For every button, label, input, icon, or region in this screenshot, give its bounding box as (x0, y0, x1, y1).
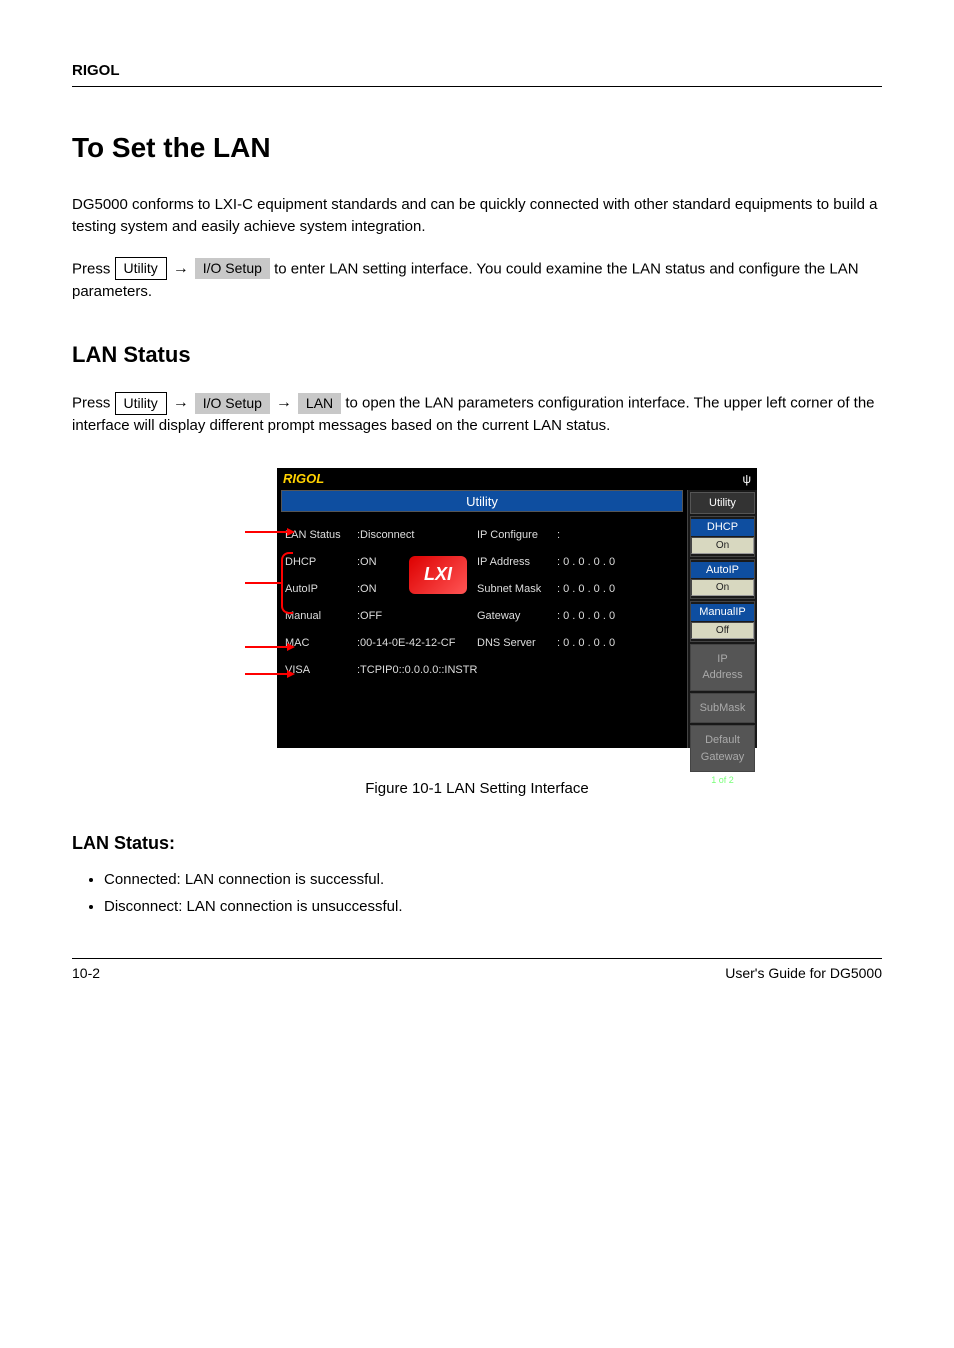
lan-status-val: :Disconnect (357, 527, 477, 544)
page-footer: 10-2 User's Guide for DG5000 (72, 958, 882, 984)
menu-dhcp-title: DHCP (691, 519, 754, 536)
status-disconnected: Disconnect: LAN connection is unsuccessf… (104, 896, 882, 919)
autoip-label: AutoIP (285, 581, 357, 598)
intro-paragraph: DG5000 conforms to LXI-C equipment stand… (72, 194, 882, 239)
screenshot-figure: RIGOL ψ Utility LXI LAN Status :Disconne… (197, 468, 757, 748)
screen-header: RIGOL ψ (277, 468, 757, 490)
para-pre: Press (72, 395, 115, 412)
instr-pre: Press (72, 260, 115, 277)
figure-caption: Figure 10-1 LAN Setting Interface (72, 778, 882, 801)
menu-manualip[interactable]: ManualIP Off (690, 601, 755, 642)
status-list: Connected: LAN connection is successful.… (72, 869, 882, 918)
manual-label: Manual (285, 608, 357, 625)
menu-dhcp[interactable]: DHCP On (690, 516, 755, 557)
device-brand: RIGOL (283, 469, 324, 489)
page-number: 10-2 (72, 963, 100, 984)
visa-label: VISA (285, 662, 357, 679)
dns-label: DNS Server (477, 635, 557, 652)
menu-manualip-title: ManualIP (691, 604, 754, 621)
menu-path: Utility → I/O Setup (115, 257, 270, 281)
menu-autoip-val: On (691, 579, 754, 596)
mac-val: :00-14-0E-42-12-CF (357, 635, 477, 652)
utility-title-bar: Utility (281, 490, 683, 512)
subsection-lan-status: LAN Status: (72, 830, 882, 857)
ipaddr-val: : 0 . 0 . 0 . 0 (557, 554, 615, 571)
gateway-label: Gateway (477, 608, 557, 625)
subnet-val: : 0 . 0 . 0 . 0 (557, 581, 615, 598)
ipconfig-val: : (557, 527, 560, 544)
menu-dhcp-val: On (691, 537, 754, 554)
iosetup-softkey: I/O Setup (195, 258, 270, 279)
page-indicator: 1 of 2 (690, 772, 755, 790)
brand-label: RIGOL (72, 62, 120, 79)
page-header: RIGOL (72, 60, 882, 87)
arrow-icon: → (173, 257, 189, 281)
usb-icon: ψ (742, 470, 751, 488)
main-info-panel: LXI LAN Status :Disconnect IP Configure … (277, 512, 687, 748)
gateway-val: : 0 . 0 . 0 . 0 (557, 608, 615, 625)
instruction-paragraph: Press Utility → I/O Setup to enter LAN s… (72, 257, 882, 304)
subnet-label: Subnet Mask (477, 581, 557, 598)
ipaddr-label: IP Address (477, 554, 557, 571)
menu-manualip-val: Off (691, 622, 754, 639)
ipconfig-label: IP Configure (477, 527, 557, 544)
manual-val: :OFF (357, 608, 477, 625)
side-menu: Utility DHCP On AutoIP On ManualIP Off I… (687, 490, 757, 748)
page-title: To Set the LAN (72, 127, 882, 169)
menu-submask[interactable]: SubMask (690, 693, 755, 724)
utility-button: Utility (115, 257, 167, 280)
menu-autoip[interactable]: AutoIP On (690, 559, 755, 600)
mac-label: MAC (285, 635, 357, 652)
lan-status-label: LAN Status (285, 527, 357, 544)
lan-status-paragraph: Press Utility → I/O Setup → LAN to open … (72, 391, 882, 438)
menu-path-2: Utility → I/O Setup → LAN (115, 391, 342, 415)
menu-ipaddress[interactable]: IP Address (690, 644, 755, 691)
dns-val: : 0 . 0 . 0 . 0 (557, 635, 615, 652)
iosetup-softkey-2: I/O Setup (195, 393, 270, 414)
status-connected: Connected: LAN connection is successful. (104, 869, 882, 892)
device-screenshot: RIGOL ψ Utility LXI LAN Status :Disconne… (277, 468, 757, 748)
section-title-lan-status: LAN Status (72, 338, 882, 371)
lxi-logo: LXI (409, 556, 467, 594)
doc-title: User's Guide for DG5000 (725, 963, 882, 984)
utility-button-2: Utility (115, 392, 167, 415)
menu-gateway[interactable]: Default Gateway (690, 725, 755, 772)
arrow-icon-3: → (276, 391, 292, 415)
lan-softkey: LAN (298, 393, 341, 414)
arrow-icon-2: → (173, 391, 189, 415)
menu-autoip-title: AutoIP (691, 562, 754, 579)
visa-val: :TCPIP0::0.0.0.0::INSTR (357, 662, 477, 679)
side-menu-title: Utility (690, 492, 755, 515)
dhcp-label: DHCP (285, 554, 357, 571)
